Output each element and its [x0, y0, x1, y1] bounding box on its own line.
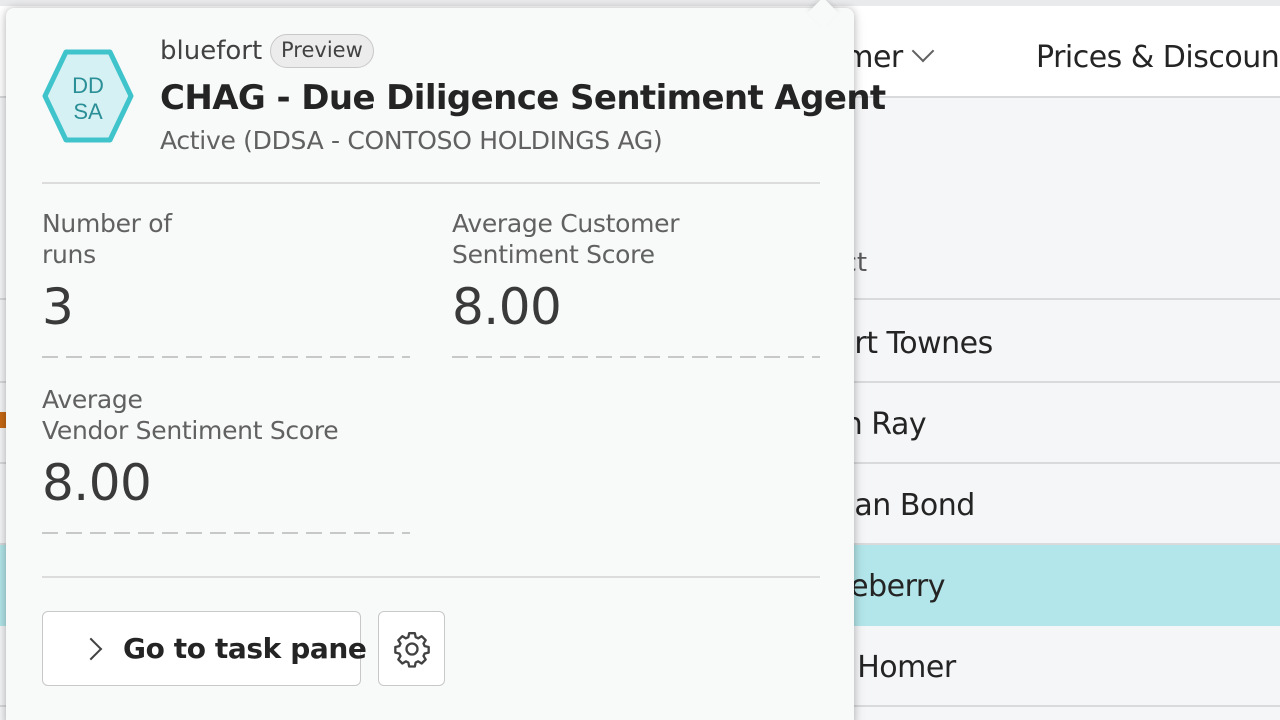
kpi-vendor-sentiment-value[interactable]: 8.00 — [42, 454, 152, 512]
kpi-label-line: runs — [42, 240, 96, 269]
settings-button[interactable] — [378, 611, 445, 686]
kpi-runs-label: Number of runs — [42, 208, 342, 270]
agent-status: Active (DDSA - CONTOSO HOLDINGS AG) — [160, 126, 663, 155]
divider — [42, 576, 820, 578]
kpi-label-line: Vendor Sentiment Score — [42, 416, 339, 445]
go-to-task-pane-label: Go to task pane — [123, 632, 367, 665]
publisher-name: bluefort — [160, 36, 263, 66]
kpi-vendor-sentiment-label: Average Vendor Sentiment Score — [42, 384, 402, 446]
kpi-label-line: Average — [42, 385, 143, 414]
gear-icon — [394, 632, 430, 668]
go-to-task-pane-button[interactable]: Go to task pane — [42, 611, 367, 686]
agent-title: CHAG - Due Diligence Sentiment Agent — [160, 78, 886, 118]
kpi-label-line: Sentiment Score — [452, 240, 655, 269]
kpi-dashed-underline — [42, 532, 410, 534]
preview-badge: Preview — [270, 34, 374, 68]
icon-initials-1: DD — [72, 73, 104, 98]
agent-hexagon-icon: DD SA — [42, 49, 134, 143]
kpi-label-line: Number of — [42, 209, 172, 238]
kpi-dashed-underline — [452, 356, 820, 358]
kpi-dashed-underline — [42, 356, 410, 358]
chevron-down-icon — [911, 39, 935, 63]
kpi-customer-sentiment-label: Average Customer Sentiment Score — [452, 208, 812, 270]
kpi-label-line: Average Customer — [452, 209, 680, 238]
chevron-right-icon — [79, 637, 103, 661]
kpi-customer-sentiment-value[interactable]: 8.00 — [452, 278, 562, 336]
divider — [42, 182, 820, 184]
agent-info-card: DD SA bluefort Preview CHAG - Due Dilige… — [6, 0, 886, 720]
kpi-runs-value[interactable]: 3 — [42, 278, 74, 336]
menu-prices-discounts[interactable]: Prices & Discounts — [1036, 40, 1280, 75]
icon-initials-2: SA — [73, 99, 103, 124]
